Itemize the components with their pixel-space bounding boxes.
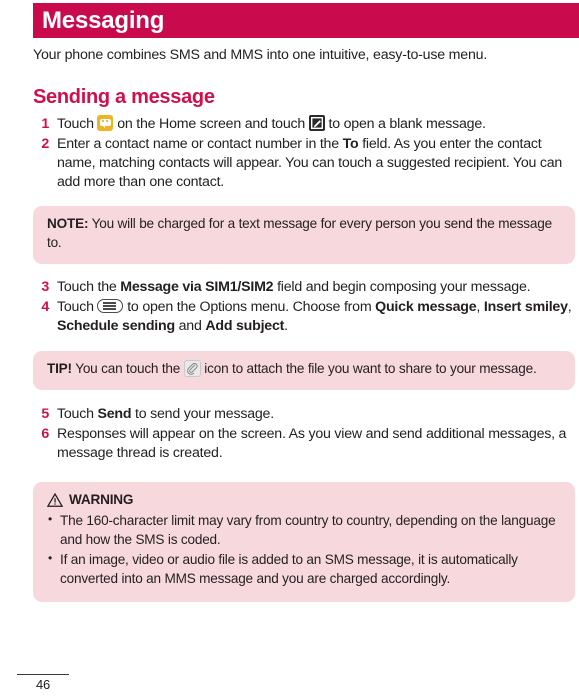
note-label: NOTE: [47,216,89,232]
step-number: 3 [41,278,49,295]
tip-text-post: icon to attach the file you want to shar… [200,361,537,377]
tip-label: TIP! [47,361,72,377]
step-text-pre: Touch [57,115,98,132]
step-number: 4 [41,298,49,315]
section-heading: Sending a message [33,85,215,108]
steps-list-2: 3 Touch the Message via SIM1/SIM2 field a… [33,278,575,337]
step-sep: , [567,298,572,315]
step-bold-quick-message: Quick message [375,298,477,315]
note-text: You will be charged for a text message f… [47,216,552,251]
step-item-1: 1 Touch on the Home screen and touch to o… [33,114,575,134]
warning-callout: WARNING The 160-character limit may vary… [33,481,575,603]
warning-bullet-item: If an image, video or audio file is adde… [47,550,561,589]
step-item-5: 5 Touch Send to send your message. [33,405,575,424]
warning-title: WARNING [47,491,561,510]
options-menu-icon [97,298,124,313]
steps-list-3: 5 Touch Send to send your message. 6 Respo… [33,405,575,464]
warning-bullet-item: The 160-character limit may vary from co… [47,511,561,550]
warning-bullet-list: The 160-character limit may vary from co… [47,511,561,589]
step-text-post: . [284,318,288,335]
page-footer: 46 [17,674,69,692]
step-text-mid: to open the Options menu. Choose from [123,298,376,315]
step-text-pre: Enter a contact name or contact number i… [57,135,343,152]
step-number: 6 [41,426,49,443]
attach-paperclip-icon [183,360,201,378]
step-sep: and [174,318,206,335]
tip-callout: TIP! You can touch the icon to attach th… [33,351,575,391]
page-number: 46 [35,677,51,692]
step-bold-schedule-sending: Schedule sending [57,318,175,335]
step-text-pre: Touch [57,298,98,315]
step-item-6: 6 Responses will appear on the screen. As… [33,425,575,463]
step-sep: , [476,298,484,315]
note-callout: NOTE: You will be charged for a text mes… [33,206,575,264]
chapter-header-bar: Messaging [33,3,579,38]
step-number: 5 [41,406,49,423]
step-text: Responses will appear on the screen. As … [57,426,567,462]
step-number: 2 [41,135,49,152]
footer-divider [17,674,69,675]
step-bold-insert-smiley: Insert smiley [483,298,568,315]
messaging-app-icon [97,114,114,131]
step-bold-send: Send [97,406,132,423]
step-item-2: 2 Enter a contact name or contact number … [33,135,575,193]
compose-message-icon [308,114,325,131]
step-item-4: 4 Touch to open the Options menu. Choose … [33,298,575,336]
warning-triangle-icon [47,492,63,507]
step-text-post: to send your message. [131,406,274,423]
intro-paragraph: Your phone combines SMS and MMS into one… [33,47,488,63]
step-bold-add-subject: Add subject [205,318,285,335]
step-text-post: to open a blank message. [324,115,486,132]
page-content: Your phone combines SMS and MMS into one… [33,42,575,603]
tip-text-pre: You can touch the [71,361,184,377]
step-text-mid: on the Home screen and touch [113,115,309,132]
step-text-pre: Touch [57,406,98,423]
step-text-pre: Touch the [57,278,121,295]
step-item-3: 3 Touch the Message via SIM1/SIM2 field a… [33,278,575,297]
step-number: 1 [41,115,49,132]
step-bold-message-via-sim: Message via SIM1/SIM2 [120,278,274,295]
step-bold-to: To [342,135,359,152]
step-text-post: field and begin composing your message. [273,278,531,295]
warning-title-text: WARNING [69,491,134,507]
page-title: Messaging [42,6,165,34]
steps-list-1: 1 Touch on the Home screen and touch to o… [33,114,575,193]
